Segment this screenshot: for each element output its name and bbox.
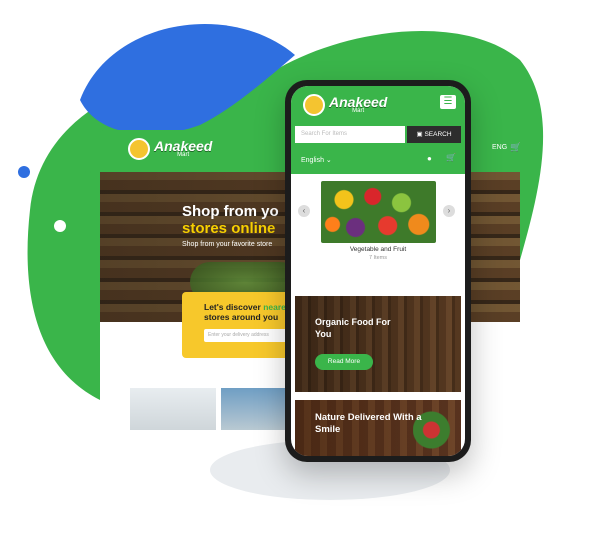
cart-icon[interactable]: 🛒	[446, 153, 456, 162]
logo-badge-icon	[303, 94, 325, 116]
phone-search-button[interactable]: ▣ SEARCH	[407, 126, 461, 143]
category-name[interactable]: Vegetable and Fruit	[291, 246, 465, 253]
banner-title: Organic Food For You	[315, 317, 391, 339]
store-thumbnail-1[interactable]	[130, 388, 216, 430]
organic-food-banner: Organic Food For You Read More	[295, 296, 461, 392]
hero-subtitle: Shop from your favorite store	[182, 241, 273, 248]
desktop-logo[interactable]: Anakeed Mart	[128, 138, 212, 160]
search-icon: ▣	[416, 131, 423, 138]
nature-delivered-banner: Nature Delivered With a Smile	[295, 400, 461, 456]
address-input[interactable]: Enter your delivery address	[204, 329, 294, 342]
phone-frame: Anakeed Mart ☰ Search For Items ▣ SEARCH…	[285, 80, 471, 462]
logo-badge-icon	[128, 138, 150, 160]
read-more-button[interactable]: Read More	[315, 354, 373, 370]
hero-title-line1: Shop from yo	[182, 203, 279, 220]
carousel-next-icon[interactable]: ›	[443, 205, 455, 217]
logo-name: Anakeed	[329, 94, 388, 110]
category-carousel: ‹ › Vegetable and Fruit 7 Items	[291, 174, 465, 294]
phone-search-input[interactable]: Search For Items	[295, 126, 405, 143]
hero-title-line2: stores online	[182, 220, 276, 237]
desktop-language[interactable]: ENG	[492, 144, 507, 151]
desktop-cart-icon[interactable]: 🛒	[510, 142, 520, 153]
phone-screen: Anakeed Mart ☰ Search For Items ▣ SEARCH…	[291, 86, 465, 456]
category-image[interactable]	[321, 181, 436, 243]
category-count: 7 Items	[368, 255, 388, 261]
discover-text: Let's discover neare stores around you	[204, 302, 286, 322]
carousel-prev-icon[interactable]: ‹	[298, 205, 310, 217]
phone-logo[interactable]: Anakeed Mart	[303, 94, 387, 116]
phone-language-select[interactable]: English ⌄	[301, 156, 332, 164]
banner-title: Nature Delivered With a Smile	[315, 412, 422, 435]
phone-header: Anakeed Mart ☰ Search For Items ▣ SEARCH…	[291, 86, 465, 174]
logo-name: Anakeed	[154, 138, 213, 154]
discover-card: Let's discover neare stores around you E…	[182, 292, 302, 358]
hamburger-menu-icon[interactable]: ☰	[440, 95, 456, 109]
user-icon[interactable]: ●	[427, 154, 432, 163]
